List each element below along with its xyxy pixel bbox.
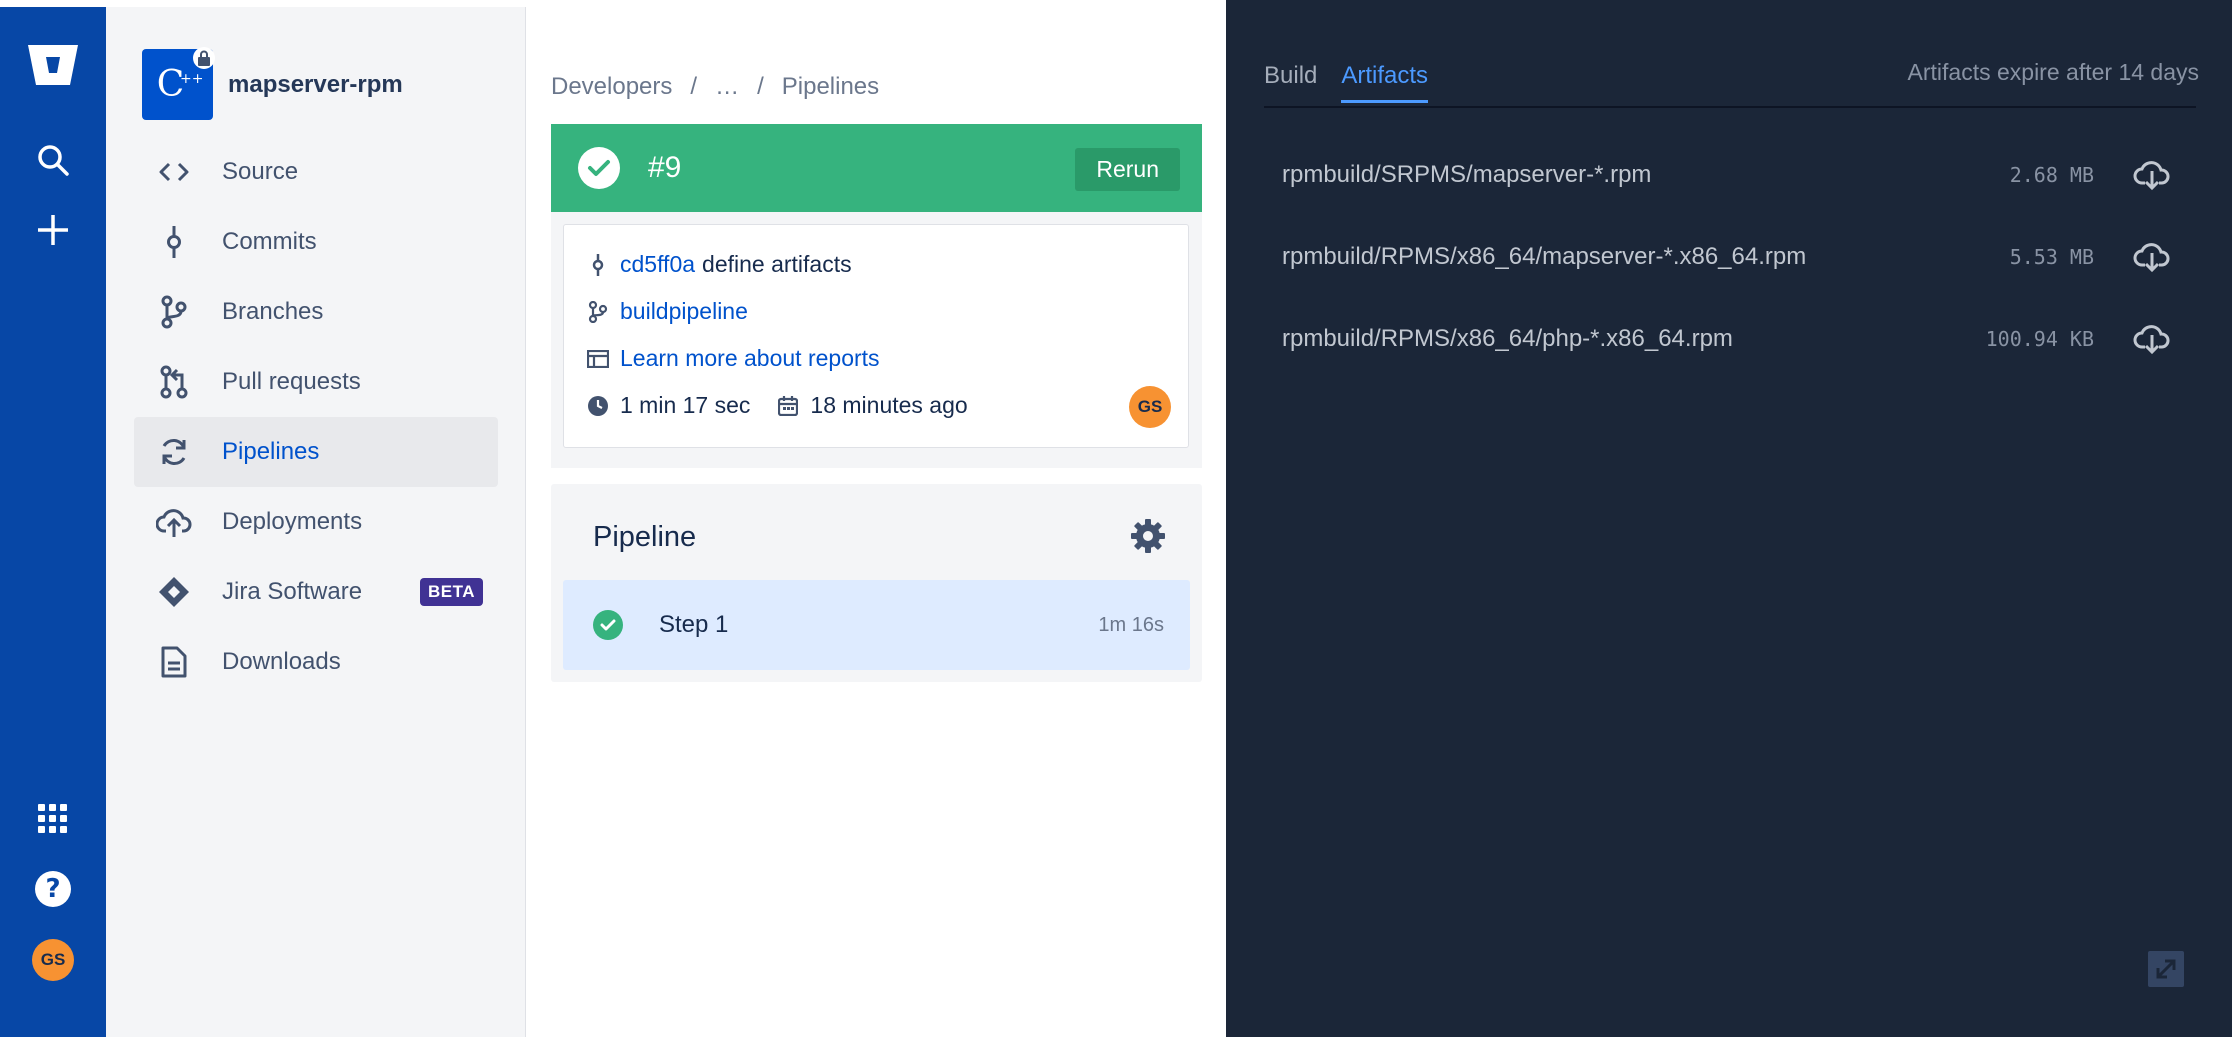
- clock-icon: [586, 394, 610, 418]
- global-nav: ? GS: [0, 7, 106, 1037]
- rerun-button[interactable]: Rerun: [1075, 148, 1180, 191]
- branch-row: buildpipeline: [586, 298, 748, 325]
- sidebar-nav: Source Commits Branches Pull requests Pi…: [134, 137, 498, 697]
- document-icon: [156, 644, 192, 680]
- pipeline-status-bar: #9 Rerun: [551, 124, 1202, 212]
- artifacts-expire-note: Artifacts expire after 14 days: [1907, 59, 2199, 85]
- pipeline-number: #9: [648, 151, 682, 184]
- sidebar-item-label: Pipelines: [222, 438, 320, 465]
- pipeline-step[interactable]: Step 1 1m 16s: [563, 580, 1190, 670]
- sidebar-item-commits[interactable]: Commits: [134, 207, 498, 277]
- commit-message: define artifacts: [702, 251, 852, 277]
- timing-row: 1 min 17 sec 18 minutes ago: [586, 392, 968, 419]
- time-ago: 18 minutes ago: [810, 392, 968, 418]
- app-switcher-icon[interactable]: [0, 804, 106, 834]
- sidebar-item-source[interactable]: Source: [134, 137, 498, 207]
- pipeline-title: Pipeline: [593, 521, 697, 553]
- commit-hash-link[interactable]: cd5ff0a: [620, 251, 695, 278]
- help-icon[interactable]: ?: [0, 871, 106, 907]
- sidebar-item-jira-software[interactable]: Jira Software BETA: [134, 557, 498, 627]
- breadcrumb-separator: /: [690, 73, 698, 100]
- breadcrumb-separator: /: [757, 73, 764, 100]
- step-duration: 1m 16s: [1098, 613, 1164, 636]
- duration: 1 min 17 sec: [620, 392, 751, 418]
- repo-name: mapserver-rpm: [228, 70, 403, 98]
- sidebar-item-label: Pull requests: [222, 368, 361, 395]
- gear-icon[interactable]: [1129, 517, 1167, 555]
- reports-link[interactable]: Learn more about reports: [620, 345, 880, 372]
- jira-icon: [156, 574, 192, 610]
- repo-avatar-sup: ++: [180, 71, 204, 87]
- artifact-name: rpmbuild/RPMS/x86_64/php-*.x86_64.rpm: [1282, 325, 1733, 352]
- profile-avatar[interactable]: GS: [0, 939, 106, 981]
- breadcrumb-developers[interactable]: Developers: [551, 73, 672, 101]
- artifact-size: 100.94 KB: [1985, 327, 2094, 351]
- branch-link[interactable]: buildpipeline: [620, 298, 748, 325]
- profile-avatar-initials: GS: [32, 939, 74, 981]
- cloud-upload-icon: [156, 504, 192, 540]
- cloud-download-icon[interactable]: [2132, 319, 2172, 359]
- pipelines-icon: [156, 434, 192, 470]
- log-tabs: Build Artifacts: [1264, 62, 1429, 103]
- sidebar-item-branches[interactable]: Branches: [134, 277, 498, 347]
- expand-icon[interactable]: [2148, 951, 2184, 987]
- report-icon: [586, 347, 610, 371]
- author-avatar[interactable]: GS: [1129, 386, 1171, 428]
- artifact-row: rpmbuild/RPMS/x86_64/php-*.x86_64.rpm 10…: [1282, 319, 2172, 359]
- step-success-icon: [593, 610, 623, 640]
- artifact-name: rpmbuild/RPMS/x86_64/mapserver-*.x86_64.…: [1282, 243, 1807, 270]
- breadcrumb-pipelines[interactable]: Pipelines: [782, 73, 879, 101]
- code-icon: [156, 154, 192, 190]
- artifact-size: 5.53 MB: [2009, 245, 2094, 269]
- cloud-download-icon[interactable]: [2132, 155, 2172, 195]
- artifacts-panel: Build Artifacts Artifacts expire after 1…: [1226, 7, 2232, 1037]
- bitbucket-logo-icon[interactable]: [0, 41, 106, 89]
- sidebar-item-downloads[interactable]: Downloads: [134, 627, 498, 697]
- sidebar-item-label: Deployments: [222, 508, 363, 535]
- sidebar-item-pipelines[interactable]: Pipelines: [134, 417, 498, 487]
- sidebar-item-deployments[interactable]: Deployments: [134, 487, 498, 557]
- repo-header[interactable]: C ++ mapserver-rpm: [142, 47, 403, 120]
- sidebar-item-label: Downloads: [222, 648, 341, 675]
- success-check-icon: [578, 147, 620, 189]
- reports-row: Learn more about reports: [586, 345, 880, 372]
- artifact-row: rpmbuild/SRPMS/mapserver-*.rpm 2.68 MB: [1282, 155, 2172, 195]
- breadcrumb: Developers / … / Pipelines: [551, 73, 879, 101]
- lock-icon: [193, 47, 215, 69]
- top-strip-dark: [1226, 0, 2232, 7]
- pipeline-info-card: cd5ff0a define artifacts buildpipeline L…: [563, 224, 1189, 448]
- calendar-icon: [776, 394, 800, 418]
- breadcrumb-ellipsis[interactable]: …: [715, 73, 739, 101]
- cloud-download-icon[interactable]: [2132, 237, 2172, 277]
- sidebar-item-label: Branches: [222, 298, 324, 325]
- commit-row: cd5ff0a define artifacts: [586, 251, 852, 278]
- tab-build[interactable]: Build: [1264, 62, 1317, 103]
- artifact-row: rpmbuild/RPMS/x86_64/mapserver-*.x86_64.…: [1282, 237, 2172, 277]
- commit-icon: [586, 253, 610, 277]
- sidebar-item-label: Commits: [222, 228, 317, 255]
- branch-icon: [156, 294, 192, 330]
- step-label: Step 1: [659, 611, 729, 638]
- branch-icon: [586, 300, 610, 324]
- sidebar-item-pull-requests[interactable]: Pull requests: [134, 347, 498, 417]
- repo-sidebar: C ++ mapserver-rpm Source Commits Branch…: [106, 7, 526, 1037]
- repo-avatar: C ++: [142, 47, 215, 120]
- beta-badge: BETA: [420, 578, 484, 606]
- pipeline-steps-box: Pipeline Step 1 1m 16s: [551, 484, 1202, 682]
- create-plus-icon[interactable]: [0, 213, 106, 247]
- commit-icon: [156, 224, 192, 260]
- tab-divider: [1264, 106, 2196, 108]
- tab-artifacts[interactable]: Artifacts: [1341, 62, 1429, 103]
- artifact-size: 2.68 MB: [2009, 163, 2094, 187]
- pull-request-icon: [156, 364, 192, 400]
- sidebar-item-label: Jira Software: [222, 578, 363, 605]
- sidebar-item-label: Source: [222, 158, 299, 185]
- pipeline-info-wrap: cd5ff0a define artifacts buildpipeline L…: [551, 212, 1202, 468]
- search-icon[interactable]: [0, 143, 106, 177]
- pipeline-result-pane: Developers / … / Pipelines #9 Rerun cd5f…: [526, 7, 1226, 1037]
- artifact-name: rpmbuild/SRPMS/mapserver-*.rpm: [1282, 161, 1652, 188]
